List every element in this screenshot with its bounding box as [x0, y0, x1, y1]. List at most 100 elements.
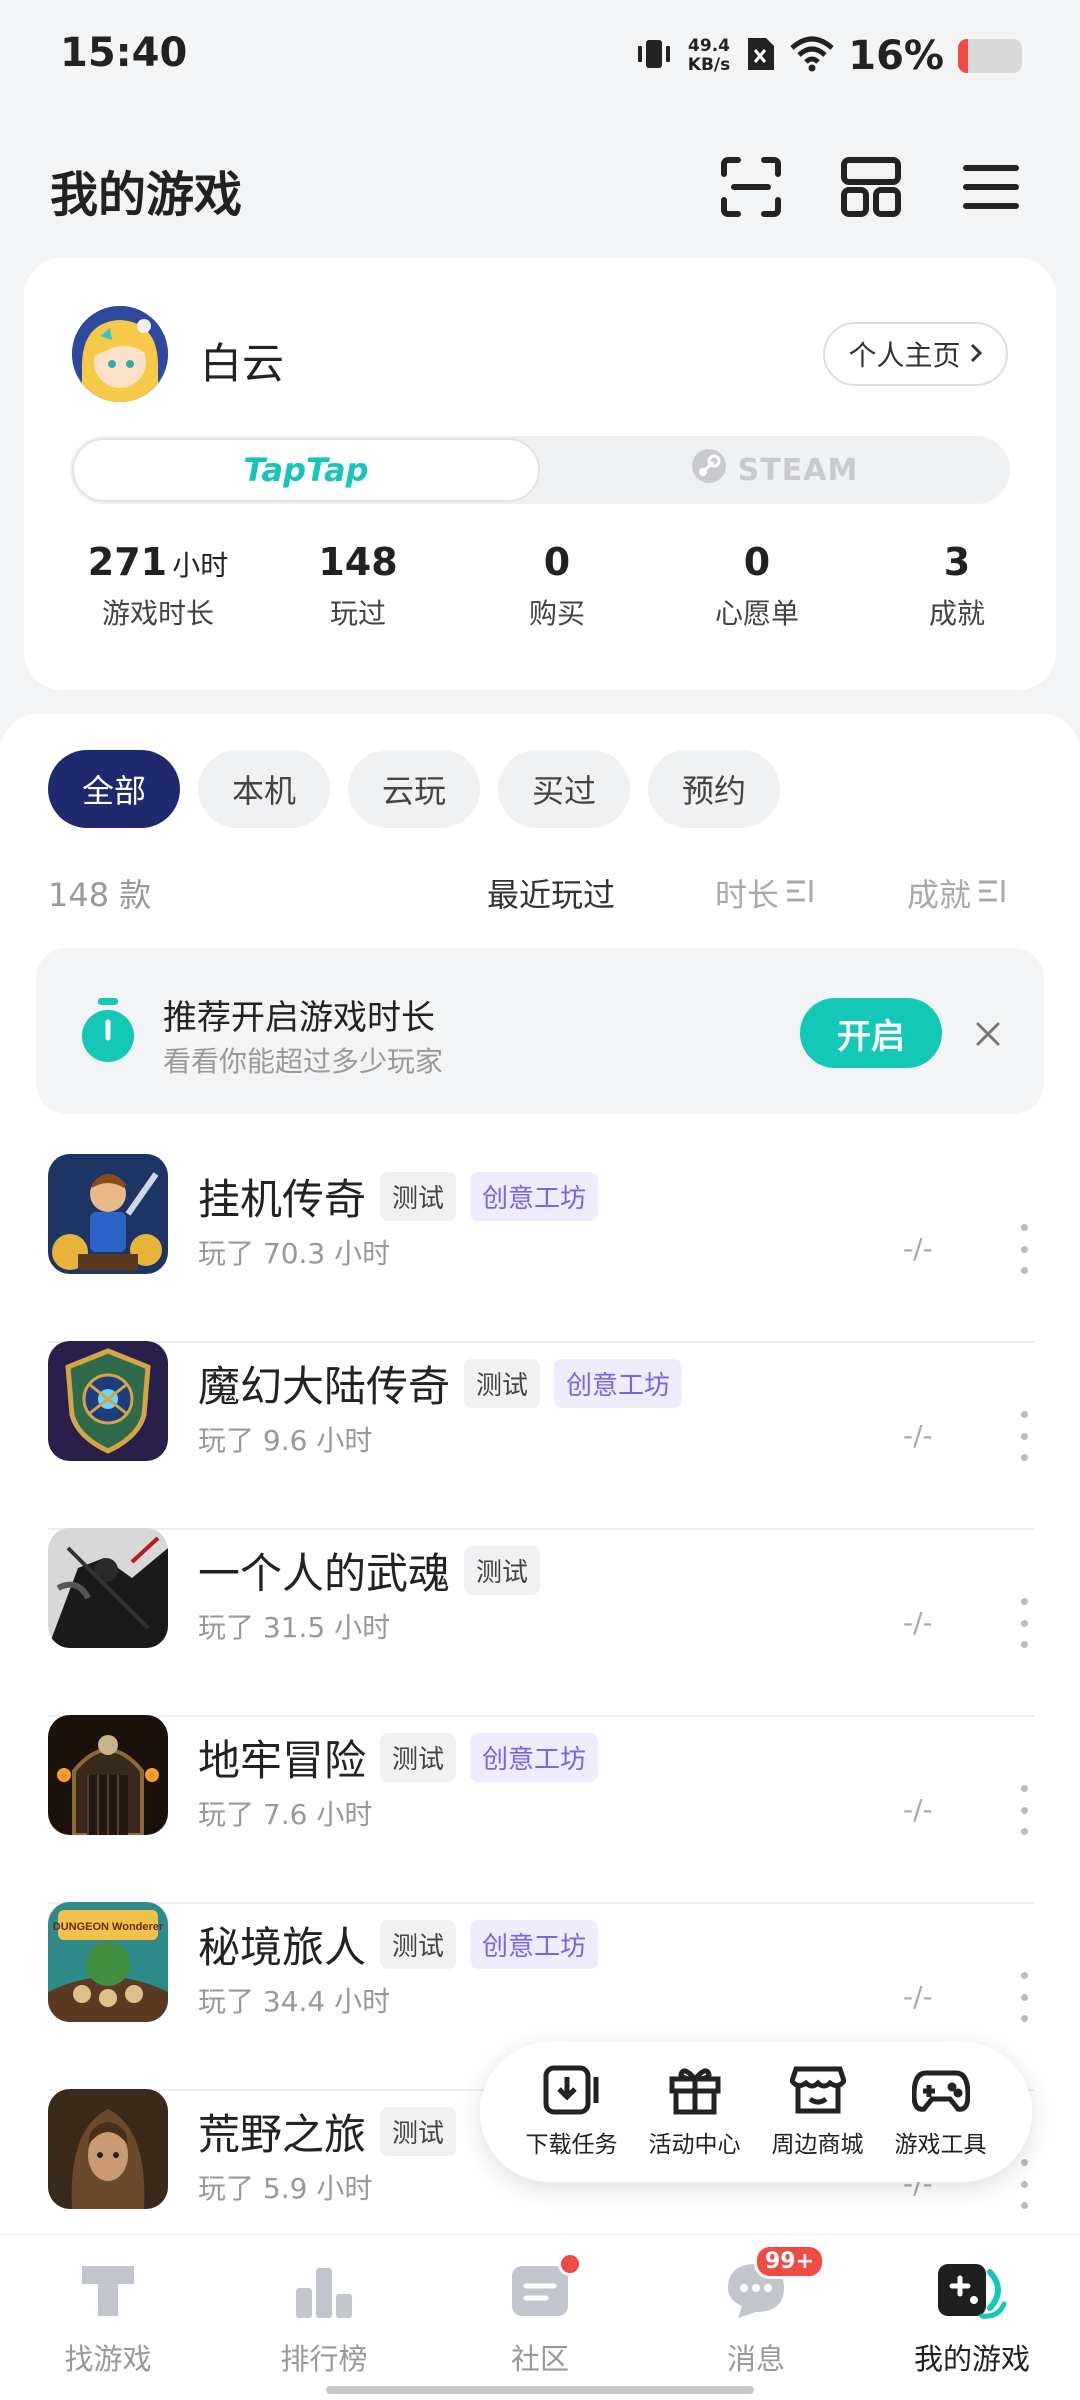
tool-game-tools[interactable]: 游戏工具: [895, 2065, 987, 2159]
menu-icon[interactable]: [956, 152, 1026, 222]
tab-steam[interactable]: STEAM: [540, 438, 1008, 502]
sort-playtime[interactable]: 时长: [715, 870, 815, 916]
stat-label: 心愿单: [714, 597, 799, 630]
filter-chip-cloud[interactable]: 云玩: [348, 750, 480, 828]
sort-recent-label: 最近玩过: [487, 876, 616, 914]
game-thumbnail: DUNGEON Wonderer: [48, 1902, 168, 2022]
game-playtime: 玩了 9.6 小时: [198, 1424, 373, 1457]
tool-label: 下载任务: [525, 2132, 618, 2158]
battery-icon: [958, 39, 1022, 73]
filter-chip-reserved[interactable]: 预约: [648, 750, 780, 828]
stat-value: 0: [743, 540, 771, 584]
profile-homepage-label: 个人主页: [848, 339, 961, 372]
game-row[interactable]: 挂机传奇 测试 创意工坊 玩了 70.3 小时 -/-: [48, 1154, 1034, 1343]
tag-test: 测试: [380, 1172, 457, 1221]
stat-playtime[interactable]: 271 小时 游戏时长: [58, 540, 258, 632]
game-name: 一个人的武魂: [198, 1549, 451, 1598]
sort-playtime-label: 时长: [715, 876, 780, 914]
steam-logo-icon: [690, 447, 728, 493]
gamepad-icon: [910, 2065, 971, 2119]
sort-order-icon: [785, 874, 815, 912]
tab-steam-label: STEAM: [737, 452, 859, 488]
game-score: -/-: [903, 1419, 933, 1452]
grid-layout-icon[interactable]: [836, 152, 906, 222]
sort-recent[interactable]: 最近玩过: [487, 870, 615, 916]
game-score: -/-: [903, 1232, 933, 1265]
stat-value: 271: [87, 540, 168, 584]
stat-achievements[interactable]: 3 成就: [857, 540, 1057, 632]
download-icon: [543, 2065, 601, 2119]
filter-chip-all[interactable]: 全部: [48, 750, 180, 828]
community-icon: [508, 2252, 582, 2326]
close-icon[interactable]: [966, 1012, 1010, 1056]
home-indicator[interactable]: [326, 2386, 754, 2394]
tab-taptap[interactable]: TapTap: [72, 438, 540, 502]
promo-title: 推荐开启游戏时长: [163, 998, 435, 1038]
more-options-icon[interactable]: [1014, 1598, 1034, 1648]
more-options-icon[interactable]: [1014, 1785, 1034, 1835]
filter-chip-bought[interactable]: 买过: [498, 750, 630, 828]
sort-achievements[interactable]: 成就: [907, 870, 1007, 916]
scan-icon[interactable]: [716, 152, 786, 222]
filter-chip-local[interactable]: 本机: [198, 750, 330, 828]
profile-homepage-button[interactable]: 个人主页: [823, 322, 1008, 386]
battery-percent: 16%: [848, 33, 944, 79]
game-name: 魔幻大陆传奇: [198, 1362, 451, 1411]
chevron-right-icon: [969, 338, 983, 371]
game-playtime: 玩了 31.5 小时: [198, 1611, 391, 1644]
tag-workshop: 创意工坊: [470, 1172, 599, 1221]
taptap-logo-icon: [76, 2258, 140, 2326]
nav-label: 社区: [510, 2342, 569, 2376]
promo-enable-button[interactable]: 开启: [800, 998, 942, 1068]
stat-label: 成就: [928, 597, 985, 630]
game-score: -/-: [903, 1793, 933, 1826]
tag-workshop: 创意工坊: [554, 1359, 683, 1408]
more-options-icon[interactable]: [1014, 1972, 1034, 2022]
game-title-row: 荒野之旅 测试: [198, 2101, 457, 2162]
message-icon: 99+: [724, 2244, 826, 2326]
tag-test: 测试: [380, 2107, 457, 2156]
game-thumbnail: [48, 1154, 168, 1274]
status-indicators: 49.4 KB/s 16%: [634, 28, 1022, 84]
stat-wishlist[interactable]: 0 心愿单: [657, 540, 857, 632]
wifi-icon: [790, 36, 834, 76]
game-row[interactable]: 魔幻大陆传奇 测试 创意工坊 玩了 9.6 小时 -/-: [48, 1341, 1034, 1530]
tag-test: 测试: [380, 1733, 457, 1782]
nav-find-games[interactable]: 找游戏: [0, 2258, 216, 2378]
net-speed-value: 49.4: [688, 36, 730, 56]
avatar[interactable]: [72, 306, 168, 402]
tag-workshop: 创意工坊: [470, 1920, 599, 1969]
sort-order-icon: [977, 874, 1007, 912]
nav-my-games[interactable]: 我的游戏: [864, 2258, 1080, 2378]
sim-off-icon: [744, 34, 776, 78]
tag-test: 测试: [464, 1546, 541, 1595]
quick-tools-panel: 下载任务 活动中心 周边商城 游戏工具: [480, 2042, 1032, 2182]
more-options-icon[interactable]: [1014, 1411, 1034, 1461]
game-row[interactable]: 地牢冒险 测试 创意工坊 玩了 7.6 小时 -/-: [48, 1715, 1034, 1904]
notification-dot: [558, 2252, 582, 2276]
tag-test: 测试: [380, 1920, 457, 1969]
tag-test: 测试: [464, 1359, 541, 1408]
page-title: 我的游戏: [50, 167, 243, 223]
status-time: 15:40: [60, 30, 188, 76]
tool-activity-center[interactable]: 活动中心: [649, 2065, 741, 2159]
nav-rankings[interactable]: 排行榜: [216, 2258, 432, 2378]
tool-download-tasks[interactable]: 下载任务: [526, 2065, 618, 2159]
shop-icon: [788, 2065, 847, 2119]
game-count: 148 款: [48, 876, 152, 914]
nav-community[interactable]: 社区: [432, 2252, 648, 2378]
more-options-icon[interactable]: [1014, 1224, 1034, 1274]
more-options-icon[interactable]: [1014, 2159, 1034, 2209]
game-playtime: 玩了 5.9 小时: [198, 2172, 373, 2205]
nav-messages[interactable]: 99+ 消息: [648, 2244, 864, 2378]
game-row[interactable]: 一个人的武魂 测试 玩了 31.5 小时 -/-: [48, 1528, 1034, 1717]
stat-played[interactable]: 148 玩过: [258, 540, 458, 632]
my-games-icon: [934, 2258, 1010, 2326]
game-name: 秘境旅人: [198, 1923, 367, 1972]
tag-workshop: 创意工坊: [470, 1733, 599, 1782]
nav-label: 我的游戏: [913, 2342, 1030, 2376]
tool-label: 游戏工具: [894, 2132, 987, 2158]
stat-purchased[interactable]: 0 购买: [457, 540, 657, 632]
gift-icon: [669, 2065, 721, 2119]
tool-merch-store[interactable]: 周边商城: [772, 2065, 864, 2159]
